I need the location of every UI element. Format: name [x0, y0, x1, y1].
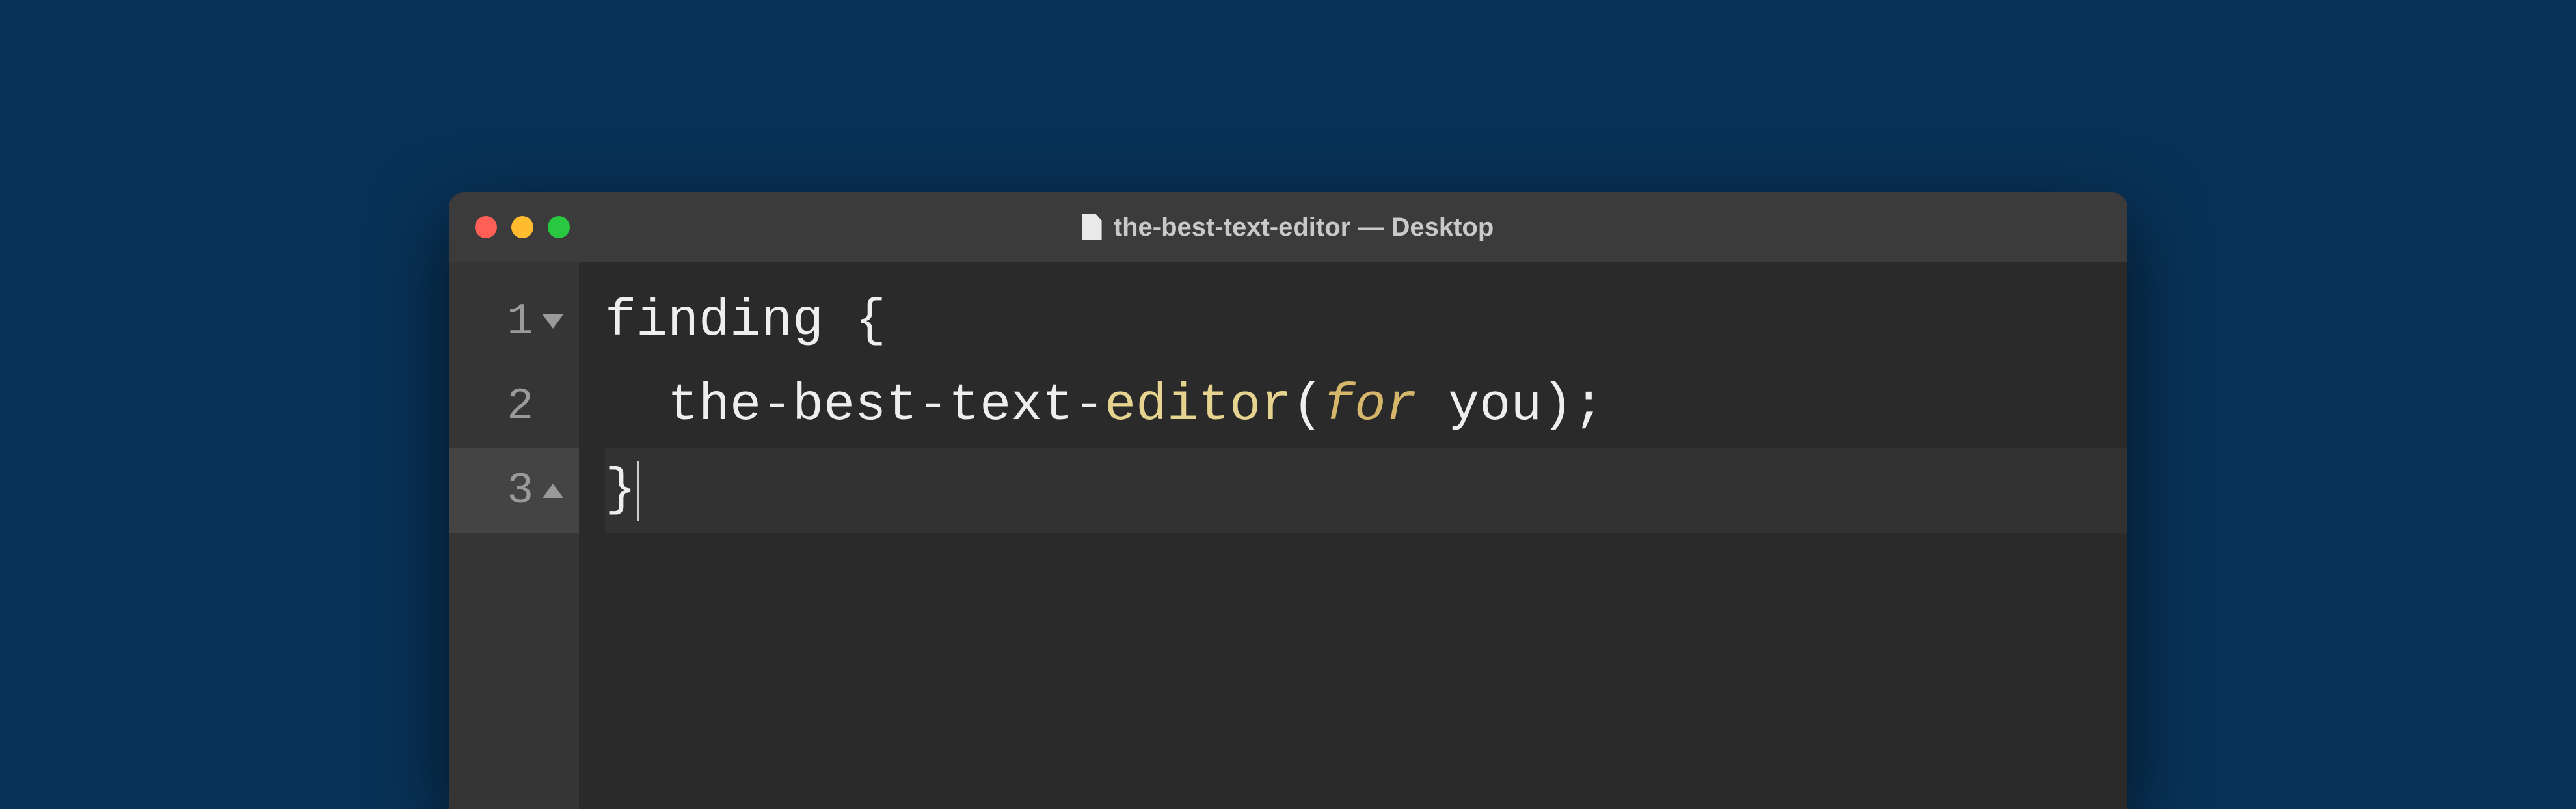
- file-icon: [1082, 214, 1102, 240]
- code-line-2[interactable]: the-best-text-editor(for you);: [605, 364, 2127, 448]
- code-line-3[interactable]: }: [605, 448, 2127, 533]
- code-text: }: [605, 448, 636, 533]
- code-text: the-best-text-: [605, 364, 1105, 448]
- gutter[interactable]: 1 2 3: [449, 262, 579, 809]
- close-button[interactable]: [475, 216, 497, 238]
- editor-window: the-best-text-editor — Desktop 1 2 3 fin…: [449, 192, 2127, 809]
- zoom-button[interactable]: [548, 216, 570, 238]
- window-title: the-best-text-editor — Desktop: [1082, 213, 1494, 242]
- code-token-keyword: for: [1323, 364, 1417, 448]
- traffic-lights: [475, 216, 570, 238]
- text-cursor: [637, 461, 639, 521]
- fold-open-icon[interactable]: [543, 314, 563, 329]
- titlebar[interactable]: the-best-text-editor — Desktop: [449, 192, 2127, 262]
- gutter-line-1[interactable]: 1: [449, 279, 579, 364]
- gutter-line-3[interactable]: 3: [449, 448, 579, 533]
- code-text: (: [1292, 364, 1323, 448]
- editor-area[interactable]: 1 2 3 finding { the-best-text-editor(for…: [449, 262, 2127, 809]
- code-text: you);: [1417, 364, 1604, 448]
- title-separator: —: [1350, 213, 1391, 241]
- line-number: 2: [507, 381, 533, 432]
- line-number: 1: [507, 297, 533, 347]
- code-line-1[interactable]: finding {: [605, 279, 2127, 364]
- minimize-button[interactable]: [511, 216, 533, 238]
- line-number: 3: [507, 466, 533, 516]
- fold-close-icon[interactable]: [543, 484, 563, 498]
- gutter-line-2[interactable]: 2: [449, 364, 579, 448]
- code-text: finding {: [605, 279, 886, 364]
- title-folder: Desktop: [1391, 213, 1494, 241]
- title-filename: the-best-text-editor: [1114, 213, 1350, 241]
- code-area[interactable]: finding { the-best-text-editor(for you);…: [579, 262, 2127, 809]
- code-token-function: editor: [1105, 364, 1292, 448]
